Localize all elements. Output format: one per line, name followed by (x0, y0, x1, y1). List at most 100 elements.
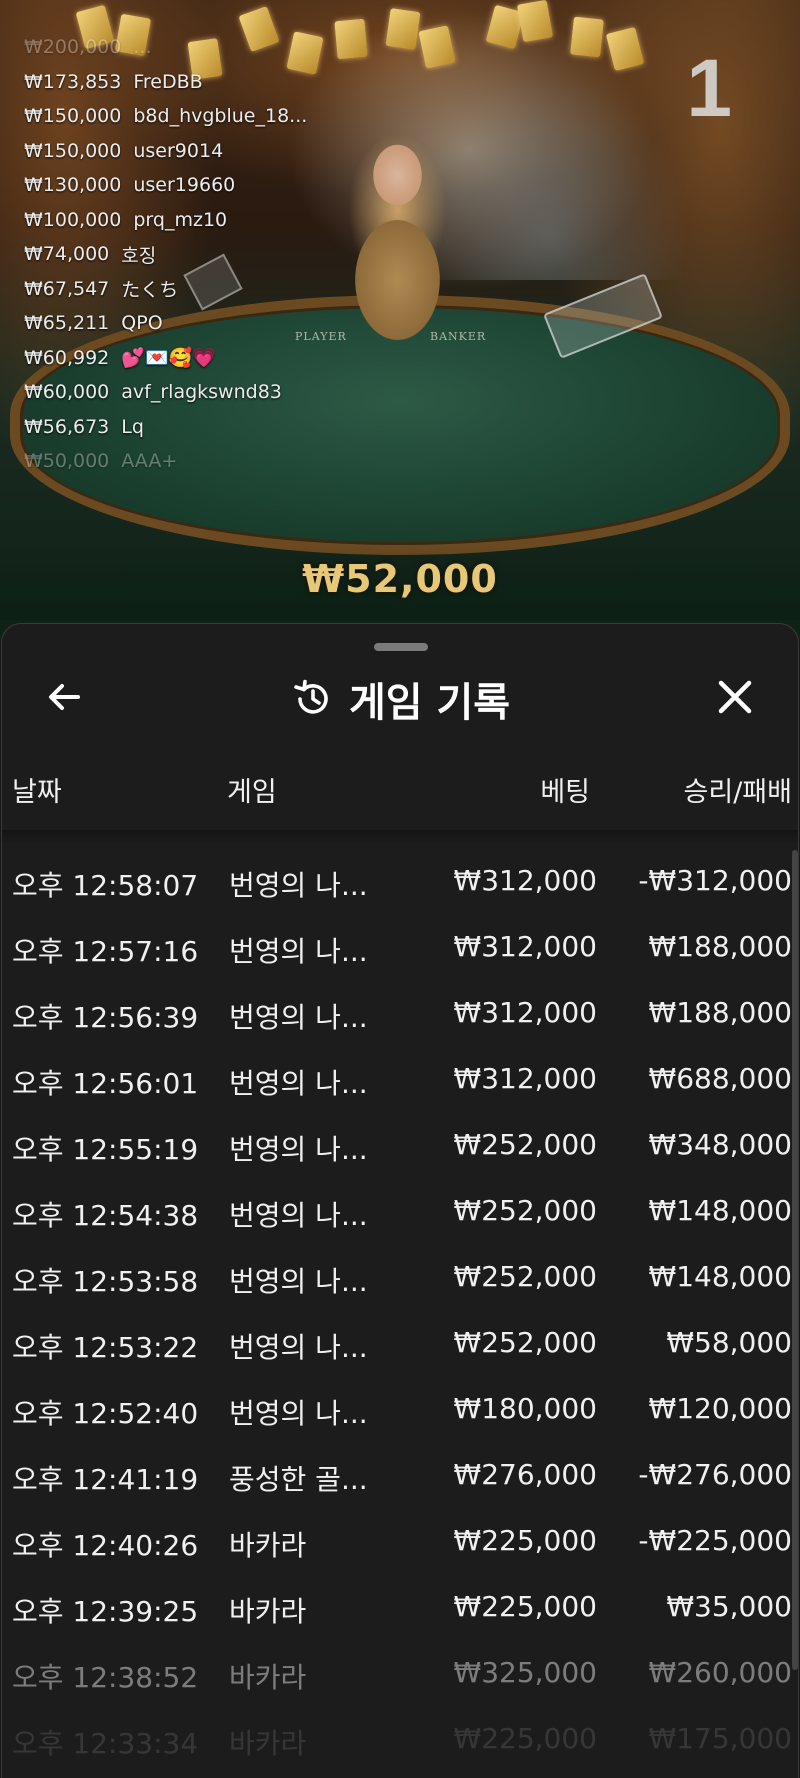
table-row[interactable]: 오후 12:56:01 번영의 나... ₩312,000 ₩688,000 (2, 1048, 798, 1114)
leaderboard-player-name: AAA+ (121, 450, 178, 473)
live-game-video: PLAYER BANKER 1 ₩200,000... ₩173,853 FreD… (0, 0, 800, 640)
cell-win-loss: ₩188,000 (648, 930, 792, 963)
leaderboard-player-name: Lq (121, 415, 144, 438)
leaderboard-player-name: avf_rlagkswnd83 (121, 381, 282, 404)
winners-leaderboard: ₩200,000... ₩173,853 FreDBB ₩150,000 b8d_h… (24, 30, 364, 479)
leaderboard-amount: ₩65,211 (24, 312, 110, 335)
cell-date: 오후 12:53:58 (12, 1265, 199, 1298)
leaderboard-row: ₩60,992 💕💌🥰💗 (24, 341, 364, 376)
game-history-sheet: 게임 기록 날짜 게임 베팅 승리/패배 오후 12:58:07 번영의 나...… (1, 623, 799, 1778)
leaderboard-amount: ₩100,000 (24, 208, 122, 231)
cell-win-loss: ₩148,000 (648, 1260, 792, 1293)
table-row[interactable]: 오후 12:54:38 번영의 나... ₩252,000 ₩148,000 (2, 1180, 798, 1246)
cell-date: 오후 12:56:01 (12, 1067, 199, 1100)
leaderboard-row: ₩150,000 user9014 (24, 134, 364, 169)
table-row[interactable]: 오후 12:38:52 바카라 ₩325,000 ₩260,000 (2, 1642, 798, 1708)
cell-game: 바카라 (229, 1727, 307, 1760)
leaderboard-amount: ₩56,673 (24, 415, 110, 438)
round-number: 1 (686, 43, 732, 134)
cell-date: 오후 12:38:52 (12, 1661, 199, 1694)
column-header-game[interactable]: 게임 (227, 770, 277, 809)
header-divider (2, 830, 798, 844)
cell-bet: ₩252,000 (453, 1194, 597, 1227)
cell-win-loss: -₩276,000 (638, 1458, 792, 1491)
cell-game: 번영의 나... (229, 1331, 368, 1364)
leaderboard-amount: ₩60,992 (24, 346, 110, 369)
leaderboard-row: ₩56,673 Lq (24, 410, 364, 445)
scrollbar[interactable] (792, 850, 798, 1670)
leaderboard-player-name: prq_mz10 (133, 208, 228, 231)
leaderboard-player-name: たくち (121, 279, 179, 302)
cell-date: 오후 12:53:22 (12, 1331, 199, 1364)
close-button[interactable] (712, 674, 758, 720)
leaderboard-player-name: b8d_hvgblue_18... (133, 105, 308, 128)
history-table-header: 날짜 게임 베팅 승리/패배 (2, 770, 798, 810)
table-row[interactable]: 오후 12:52:40 번영의 나... ₩180,000 ₩120,000 (2, 1378, 798, 1444)
gold-card-decoration (516, 0, 554, 43)
gold-card-decoration (385, 8, 421, 50)
sheet-title-group: 게임 기록 (2, 670, 798, 728)
leaderboard-row: ₩200,000... (24, 30, 364, 65)
leaderboard-amount: ₩74,000 (24, 243, 110, 266)
table-row[interactable]: 오후 12:55:19 번영의 나... ₩252,000 ₩348,000 (2, 1114, 798, 1180)
column-header-date[interactable]: 날짜 (12, 770, 62, 809)
cell-win-loss: ₩148,000 (648, 1194, 792, 1227)
table-row[interactable]: 오후 12:53:22 번영의 나... ₩252,000 ₩58,000 (2, 1312, 798, 1378)
cell-game: 번영의 나... (229, 1265, 368, 1298)
cell-game: 번영의 나... (229, 1001, 368, 1034)
table-row[interactable]: 오후 12:58:07 번영의 나... ₩312,000 -₩312,000 (2, 850, 798, 916)
cell-win-loss: ₩260,000 (648, 1656, 792, 1689)
column-header-bet[interactable]: 베팅 (540, 770, 590, 809)
cell-date: 오후 12:54:38 (12, 1199, 199, 1232)
table-row[interactable]: 오후 12:53:58 번영의 나... ₩252,000 ₩148,000 (2, 1246, 798, 1312)
cell-game: 번영의 나... (229, 1133, 368, 1166)
cell-game: 바카라 (229, 1529, 307, 1562)
table-row[interactable]: 오후 12:56:39 번영의 나... ₩312,000 ₩188,000 (2, 982, 798, 1048)
close-icon (718, 680, 752, 714)
leaderboard-row: ₩60,000 avf_rlagkswnd83 (24, 375, 364, 410)
leaderboard-row: ₩50,000 AAA+ (24, 444, 364, 479)
cell-date: 오후 12:57:16 (12, 935, 199, 968)
cell-win-loss: ₩348,000 (648, 1128, 792, 1161)
column-header-win-loss[interactable]: 승리/패배 (684, 770, 792, 809)
gold-card-decoration (570, 16, 604, 58)
table-row[interactable]: 오후 12:39:25 바카라 ₩225,000 ₩35,000 (2, 1576, 798, 1642)
cell-date: 오후 12:55:19 (12, 1133, 199, 1166)
cell-bet: ₩312,000 (453, 1062, 597, 1095)
cell-date: 오후 12:40:26 (12, 1529, 199, 1562)
cell-bet: ₩325,000 (453, 1656, 597, 1689)
cell-bet: ₩312,000 (453, 996, 597, 1029)
cell-bet: ₩252,000 (453, 1326, 597, 1359)
leaderboard-amount: ₩173,853 (24, 70, 122, 93)
leaderboard-row: ₩173,853 FreDBB (24, 65, 364, 100)
cell-bet: ₩252,000 (453, 1128, 597, 1161)
table-row[interactable]: 오후 12:57:16 번영의 나... ₩312,000 ₩188,000 (2, 916, 798, 982)
cell-game: 바카라 (229, 1595, 307, 1628)
leaderboard-amount: ₩50,000 (24, 450, 110, 473)
cell-date: 오후 12:58:07 (12, 869, 199, 902)
leaderboard-row: ₩67,547 たくち (24, 272, 364, 307)
sheet-header: 게임 기록 (2, 660, 798, 730)
leaderboard-player-name: 호징 (121, 244, 157, 267)
sheet-drag-handle[interactable] (374, 643, 428, 651)
leaderboard-player-name: FreDBB (133, 70, 203, 93)
cell-game: 번영의 나... (229, 935, 368, 968)
cell-bet: ₩225,000 (453, 1524, 597, 1557)
leaderboard-player-name: ... (133, 36, 152, 59)
cell-game: 번영의 나... (229, 869, 368, 902)
cell-date: 오후 12:41:19 (12, 1463, 199, 1496)
leaderboard-row: ₩150,000 b8d_hvgblue_18... (24, 99, 364, 134)
cell-win-loss: ₩175,000 (648, 1722, 792, 1755)
cell-date: 오후 12:39:25 (12, 1595, 199, 1628)
cell-win-loss: ₩188,000 (648, 996, 792, 1029)
leaderboard-row: ₩100,000 prq_mz10 (24, 203, 364, 238)
cell-game: 번영의 나... (229, 1067, 368, 1100)
cell-game: 바카라 (229, 1661, 307, 1694)
table-row[interactable]: 오후 12:41:19 풍성한 골... ₩276,000 -₩276,000 (2, 1444, 798, 1510)
cell-bet: ₩312,000 (453, 864, 597, 897)
table-row[interactable]: 오후 12:40:26 바카라 ₩225,000 -₩225,000 (2, 1510, 798, 1576)
sheet-title: 게임 기록 (348, 680, 511, 726)
table-row[interactable]: 오후 12:33:34 바카라 ₩225,000 ₩175,000 (2, 1708, 798, 1774)
leaderboard-row: ₩65,211 QPO (24, 306, 364, 341)
cell-game: 풍성한 골... (229, 1463, 368, 1496)
